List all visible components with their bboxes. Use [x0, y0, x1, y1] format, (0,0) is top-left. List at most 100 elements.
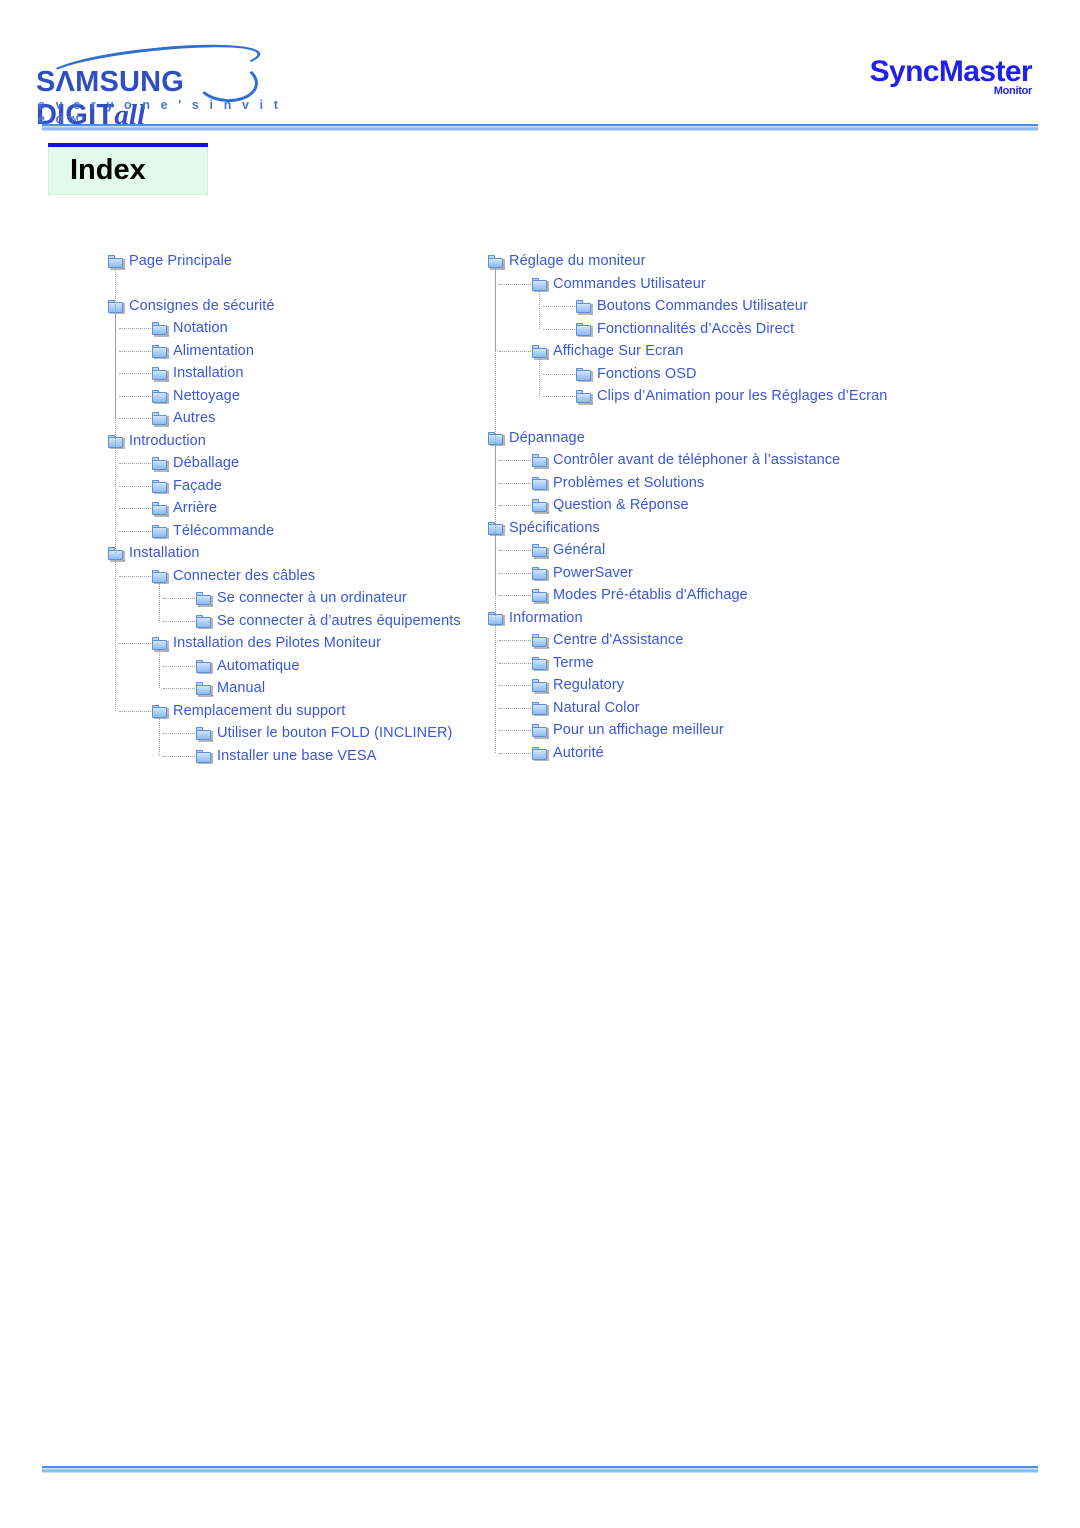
tree-connector-horizontal	[119, 350, 151, 353]
tree-connector-horizontal	[543, 396, 575, 398]
tree-connector-horizontal	[499, 572, 531, 575]
folder-icon	[576, 367, 593, 382]
folder-icon	[196, 682, 213, 697]
tree-item-label: Centre d'Assistance	[553, 632, 684, 648]
tree-connector-horizontal	[163, 688, 195, 690]
tree-item-label: Boutons Commandes Utilisateur	[597, 298, 808, 314]
page-title: Index	[70, 154, 146, 186]
tree-connector-vertical	[159, 717, 161, 756]
tree-connector-horizontal	[543, 328, 575, 331]
tree-item-label: Affichage Sur Ecran	[553, 343, 684, 359]
tree-item-label: Général	[553, 542, 606, 558]
tree-connector-horizontal	[499, 460, 531, 462]
tree-item-label: Information	[509, 609, 583, 626]
folder-icon	[532, 454, 549, 469]
folder-icon	[196, 727, 213, 742]
tree-item-label: Regulatory	[553, 677, 625, 693]
folder-icon	[532, 634, 549, 649]
tree-item-label: Connecter des câbles	[173, 567, 316, 584]
folder-icon	[108, 255, 125, 270]
folder-icon	[196, 749, 213, 764]
tree-item-label: Commandes Utilisateur	[553, 275, 706, 292]
folder-icon	[152, 479, 169, 494]
tree-connector-horizontal	[163, 598, 195, 600]
tree-connector-horizontal	[163, 620, 195, 623]
tree-connector-horizontal	[499, 482, 531, 485]
tree-item-label: Autres	[173, 410, 216, 426]
folder-icon	[196, 659, 213, 674]
folder-icon	[532, 746, 549, 761]
folder-icon	[532, 566, 549, 581]
tree-connector-horizontal	[163, 665, 195, 668]
tree-connector-vertical	[159, 650, 161, 688]
syncmaster-logo: SyncMaster Monitor	[840, 55, 1040, 113]
tree-connector-horizontal	[119, 485, 151, 488]
folder-icon	[532, 476, 549, 491]
tree-connector-horizontal	[119, 395, 151, 398]
tree-connector-horizontal	[499, 730, 531, 732]
tree-item-label: Nettoyage	[173, 387, 240, 404]
tree-connector-horizontal	[499, 550, 531, 552]
tree-item-label: Installation	[129, 545, 200, 561]
folder-icon	[152, 367, 169, 382]
tree-connector-horizontal	[163, 755, 195, 758]
syncmaster-name: SyncMaster	[869, 55, 1033, 88]
tree-item-label: Automatique	[217, 657, 300, 674]
tree-item-label: Déballage	[173, 455, 240, 471]
header-divider-line-5	[42, 130, 1038, 131]
tree-item-label: Dépannage	[509, 429, 585, 446]
folder-icon	[152, 389, 169, 404]
tree-item-label: Introduction	[129, 432, 206, 449]
folder-icon	[152, 344, 169, 359]
footer-divider-line-5	[42, 1472, 1038, 1473]
tree-connector-horizontal	[499, 595, 531, 597]
folder-icon	[532, 589, 549, 604]
tree-connector-horizontal	[119, 530, 151, 533]
folder-icon	[152, 704, 169, 719]
folder-icon	[152, 502, 169, 517]
tree-connector-horizontal	[119, 418, 151, 420]
folder-icon	[152, 637, 169, 652]
folder-icon	[532, 499, 549, 514]
tree-item-label: PowerSaver	[553, 564, 633, 581]
tree-item-label: Installation des Pilotes Moniteur	[173, 635, 382, 651]
tree-connector-horizontal	[163, 733, 195, 735]
folder-icon	[152, 322, 169, 337]
folder-icon	[196, 592, 213, 607]
tree-connector-horizontal	[119, 575, 151, 578]
folder-icon	[152, 524, 169, 539]
tree-connector-horizontal	[499, 707, 531, 710]
tree-item-label: Contrôler avant de téléphoner à l’assist…	[553, 452, 841, 468]
tree-item-label: Notation	[173, 320, 228, 336]
tree-connector-root-spine	[495, 268, 497, 618]
samsung-tagline: e v e r y o n e ' s i n v i t e dTM	[38, 98, 296, 126]
tree-item-label: Manual	[217, 680, 266, 696]
folder-icon	[532, 656, 549, 671]
tree-item-label: Problèmes et Solutions	[553, 474, 705, 491]
tree-item-label: Façade	[173, 477, 222, 494]
index-tree-left-column: Page Principale Consignes de sécurité Nota…	[108, 252, 508, 769]
folder-icon	[532, 724, 549, 739]
header-divider	[42, 124, 1038, 131]
tree-connector-horizontal	[119, 643, 151, 645]
tree-item-label: Terme	[553, 654, 594, 671]
tree-item-label: Se connecter à d’autres équipements	[217, 612, 461, 629]
tree-connector-horizontal	[499, 752, 531, 755]
tree-connector-horizontal	[119, 328, 151, 330]
folder-icon	[576, 322, 593, 337]
folder-icon	[532, 544, 549, 559]
page-header: SΛMSUNG DIGITall e v e r y o n e ' s i n…	[0, 0, 1080, 131]
tree-connector-vertical	[539, 358, 541, 396]
tree-item-label: Télécommande	[173, 522, 275, 539]
tree-item-label: Fonctionnalités d’Accès Direct	[597, 320, 795, 337]
tree-item-label: Se connecter à un ordinateur	[217, 590, 407, 606]
tree-connector-horizontal	[119, 463, 151, 465]
tree-item-label: Natural Color	[553, 699, 640, 716]
tree-connector-horizontal	[499, 283, 531, 286]
tree-connector-vertical	[159, 582, 161, 621]
samsung-digitall-logo: SΛMSUNG DIGITall e v e r y o n e ' s i n…	[36, 36, 296, 131]
tree-item-label: Arrière	[173, 500, 218, 516]
samsung-tagline-tm: TM	[66, 115, 79, 124]
folder-icon	[532, 679, 549, 694]
tree-connector-horizontal	[499, 351, 531, 353]
